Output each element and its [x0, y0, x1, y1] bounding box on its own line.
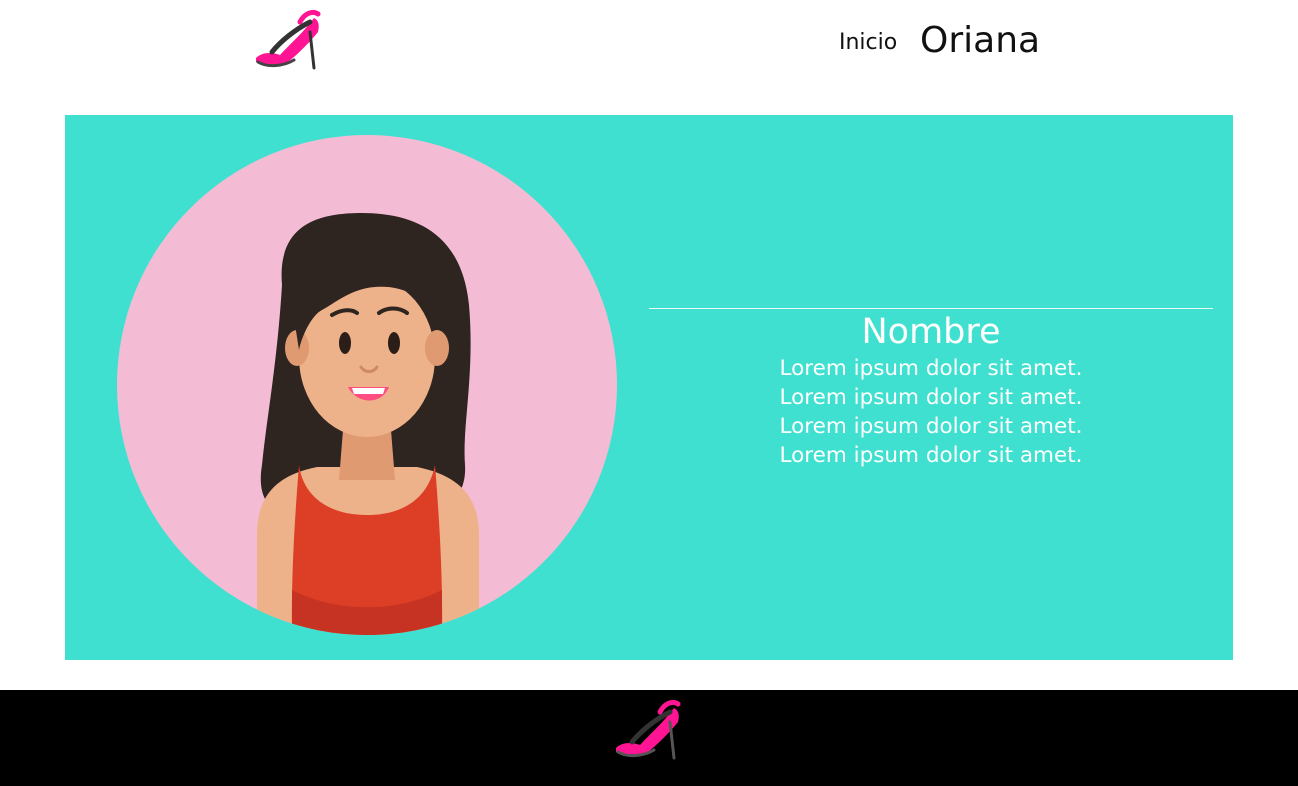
- brand-name[interactable]: Oriana: [920, 20, 1040, 61]
- profile-line: Lorem ipsum dolor sit amet.: [779, 414, 1083, 439]
- high-heel-logo-icon: [256, 9, 321, 70]
- avatar-illustration: [117, 135, 617, 635]
- footer-logo-icon[interactable]: [610, 698, 686, 762]
- nav-link-inicio[interactable]: Inicio: [839, 30, 897, 55]
- page: Inicio Oriana Nombre Lorem ipsum dolor s…: [0, 0, 1298, 786]
- profile-line: Lorem ipsum dolor sit amet.: [779, 385, 1083, 410]
- header: Inicio Oriana: [0, 0, 1298, 90]
- profile-line: Lorem ipsum dolor sit amet.: [779, 356, 1083, 381]
- profile-info: Nombre Lorem ipsum dolor sit amet. Lorem…: [649, 310, 1213, 470]
- footer: [0, 690, 1298, 786]
- brand-logo-icon[interactable]: [250, 8, 326, 72]
- woman-avatar-icon: [117, 135, 617, 635]
- high-heel-logo-icon: [616, 699, 681, 760]
- profile-card: Nombre Lorem ipsum dolor sit amet. Lorem…: [65, 115, 1233, 660]
- divider: [649, 308, 1213, 309]
- profile-line: Lorem ipsum dolor sit amet.: [779, 443, 1083, 468]
- profile-name: Nombre: [861, 312, 1001, 352]
